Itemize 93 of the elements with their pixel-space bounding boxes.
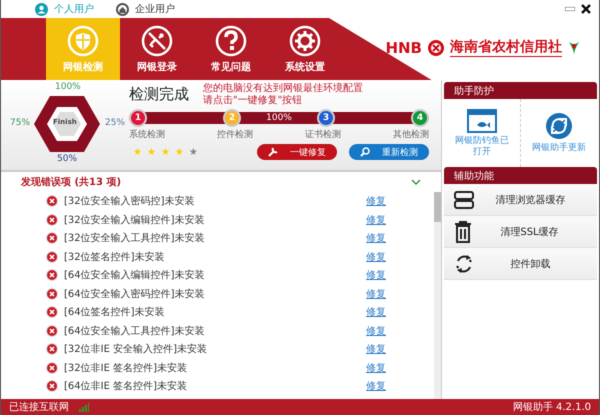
error-icon [46, 269, 58, 282]
error-item-text: [32位安全输入工具控件]未安装 [64, 232, 205, 246]
error-item-text: [32位安全输入密码控]未安装 [64, 194, 195, 208]
error-item-text: [32位安全输入编辑控件]未安装 [64, 214, 205, 227]
user-tab[interactable]: 个人用户 [35, 2, 94, 16]
search-icon [360, 147, 370, 157]
fix-link[interactable]: 修复 [366, 360, 386, 375]
error-item-text: [64位非IE 签名控件]未安装 [64, 380, 187, 394]
fix-link[interactable]: 修复 [366, 212, 386, 227]
bank-logo-icon [427, 38, 445, 56]
update-icon [545, 112, 573, 140]
error-icon [46, 250, 58, 263]
nav-tab[interactable]: 网银登录 [120, 18, 194, 80]
panel-header: 助手防护 [444, 82, 597, 99]
repair-button[interactable]: 一键修复 [257, 144, 337, 160]
nav-tab[interactable]: 系统设置 [268, 18, 342, 80]
connection-status: 已连接互联网 [9, 400, 69, 414]
browser-fish-icon [467, 108, 497, 132]
step-number: 3 [317, 109, 335, 127]
tool-button[interactable]: 控件卸载 [444, 248, 597, 280]
brand-code: HNB [385, 38, 422, 56]
star-icon: ★ [133, 146, 142, 158]
fix-link[interactable]: 修复 [366, 379, 386, 394]
gauge-label: 25% [105, 118, 126, 128]
panel-header: 辅助功能 [444, 167, 597, 184]
error-item-text: [32位非IE 安全输入控件]未安装 [64, 342, 207, 356]
error-icon [46, 324, 58, 337]
nav-tab[interactable]: 常见问题 [194, 18, 268, 80]
storage-icon [454, 190, 474, 208]
gauge-label: 100% [55, 82, 81, 92]
step-label: 其他检测 [393, 128, 429, 141]
hexagon-gauge [33, 95, 101, 153]
trash-icon [454, 220, 472, 242]
fix-link[interactable]: 修复 [366, 231, 386, 246]
error-item-text: [64位安全输入工具控件]未安装 [64, 324, 205, 338]
broken-link-icon [141, 24, 173, 56]
step-label: 控件检测 [217, 128, 253, 141]
error-item-text: [32位非IE 签名控件]未安装 [64, 362, 187, 375]
star-icon: ★ [160, 146, 170, 158]
fix-link[interactable]: 修复 [366, 286, 386, 301]
step-number: 4 [411, 109, 429, 127]
error-item-text: [64位签名控件]未安装 [64, 306, 165, 320]
progress-label: 100% [266, 112, 292, 124]
scrollbar-thumb[interactable] [434, 192, 441, 222]
error-item-text: [64位安全输入密码控件]未安装 [64, 288, 205, 301]
gauge-label: 50% [57, 154, 78, 164]
step-number: 1 [129, 109, 147, 127]
recheck-button[interactable]: 重新检测 [349, 144, 429, 160]
error-item-text: [64位安全输入编辑控件]未安装 [64, 268, 205, 282]
fix-link[interactable]: 修复 [366, 250, 386, 264]
error-icon [46, 232, 58, 244]
question-icon [215, 24, 247, 56]
gauge-label: 75% [10, 118, 30, 128]
wrench-icon [268, 147, 278, 157]
star-icon: ★ [188, 146, 198, 158]
status-message: 请点击"一键修复"按钮 [203, 95, 302, 107]
error-item-text: [32位签名控件]未安装 [64, 250, 165, 264]
error-icon [46, 362, 58, 374]
error-list-title: 发现错误项 (共13 项) [21, 176, 122, 189]
error-icon [46, 343, 58, 356]
fix-link[interactable]: 修复 [366, 194, 386, 208]
fix-link[interactable]: 修复 [366, 268, 386, 282]
tool-button[interactable]: 清理SSL缓存 [444, 216, 597, 248]
error-icon [46, 306, 58, 318]
close-icon[interactable] [581, 4, 591, 14]
error-icon [46, 214, 58, 226]
fix-link[interactable]: 修复 [366, 324, 386, 338]
version-label: 网银助手 4.2.1.0 [512, 400, 591, 414]
status-message: 您的电脑没有达到网银最佳环境配置 [203, 83, 363, 94]
star-icon: ★ [174, 146, 184, 158]
shield-icon [67, 24, 99, 56]
user-tab[interactable]: 企业用户 [116, 2, 175, 16]
bank-name: 海南省农村信用社 [450, 38, 562, 57]
emblem-icon [567, 40, 581, 56]
fix-link[interactable]: 修复 [366, 342, 386, 356]
refresh-icon [454, 254, 474, 274]
fix-link[interactable]: 修复 [366, 305, 386, 320]
protection-item[interactable]: 网银防钓鱼已打开 [444, 99, 520, 167]
step-number: 2 [223, 109, 241, 127]
star-icon: ★ [146, 146, 156, 158]
chevron-down-icon[interactable] [411, 178, 421, 186]
minimize-icon[interactable] [565, 7, 575, 11]
tool-button[interactable]: 清理浏览器缓存 [444, 184, 597, 216]
step-label: 系统检测 [129, 128, 165, 141]
gear-icon [289, 24, 321, 56]
step-label: 证书检测 [305, 128, 341, 141]
error-icon [46, 195, 58, 208]
signal-icon [79, 402, 89, 412]
home-icon [116, 2, 129, 16]
error-icon [46, 380, 58, 392]
status-title: 检测完成 [129, 84, 189, 104]
user-icon [35, 2, 48, 16]
error-icon [46, 288, 58, 300]
